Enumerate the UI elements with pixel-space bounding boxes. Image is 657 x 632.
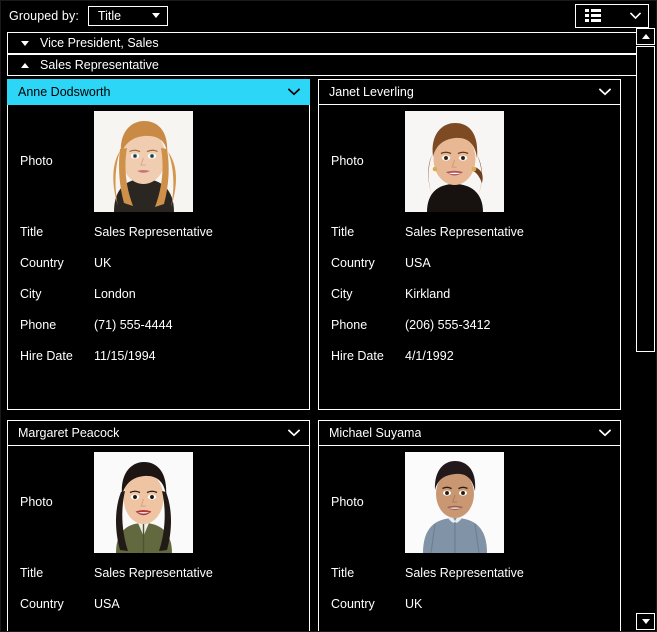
list-view-icon (585, 9, 601, 22)
field-country: Country UK (319, 594, 620, 625)
card-header[interactable]: Michael Suyama (318, 420, 621, 446)
card-body: Photo Title Sales Representative Country… (318, 105, 621, 410)
group-field-dropdown[interactable]: Title (87, 5, 168, 26)
field-value-phone: (206) 555-3412 (405, 318, 491, 332)
card-title: Michael Suyama (329, 426, 422, 440)
field-title: Title Sales Representative (319, 222, 620, 253)
field-photo: Photo (319, 446, 620, 559)
field-value-title: Sales Representative (94, 225, 213, 239)
field-label-country: Country (331, 597, 375, 611)
scrollbar-track[interactable] (636, 45, 655, 613)
field-value-hire-date: 4/1/1992 (405, 349, 454, 363)
field-title: Title Sales Representative (8, 222, 309, 253)
field-label-country: Country (331, 256, 375, 270)
field-value-country: UK (405, 597, 423, 611)
card-title: Margaret Peacock (18, 426, 120, 440)
chevron-down-icon[interactable] (599, 88, 611, 96)
field-label-title: Title (331, 566, 355, 580)
field-city: City Kirkland (319, 284, 620, 315)
field-label-title: Title (331, 225, 355, 239)
scroll-up-button[interactable] (636, 28, 655, 45)
group-header-label: Vice President, Sales (40, 36, 159, 50)
field-label-photo: Photo (331, 495, 364, 509)
scroll-down-arrow-icon (641, 619, 650, 624)
field-label-city: City (20, 287, 42, 301)
field-value-hire-date: 11/15/1994 (94, 349, 156, 363)
view-mode-dropdown[interactable] (575, 3, 649, 28)
field-label-phone: Phone (20, 318, 57, 332)
group-field-value: Title (97, 8, 122, 23)
triangle-down-icon (21, 40, 29, 46)
field-country: Country USA (319, 253, 620, 284)
field-label-title: Title (20, 225, 44, 239)
card-header[interactable]: Anne Dodsworth (7, 79, 310, 105)
employee-card[interactable]: Anne Dodsworth Photo Title Sales Represe… (7, 79, 310, 410)
field-label-photo: Photo (20, 154, 53, 168)
field-label-city: City (331, 287, 353, 301)
card-view-window: Grouped by: Title Vice President, Sales (0, 0, 657, 632)
field-value-phone: (71) 555-4444 (94, 318, 173, 332)
field-label-hire-date: Hire Date (331, 349, 384, 363)
field-label-country: Country (20, 256, 64, 270)
field-value-title: Sales Representative (405, 566, 524, 580)
field-title: Title Sales Representative (8, 563, 309, 594)
card-title: Anne Dodsworth (18, 85, 111, 99)
group-header-row[interactable]: Vice President, Sales (7, 32, 650, 54)
portrait-margaret-peacock (94, 452, 193, 553)
triangle-up-icon (21, 62, 29, 68)
field-photo: Photo (319, 105, 620, 218)
card-header[interactable]: Janet Leverling (318, 79, 621, 105)
cards-viewport: Anne Dodsworth Photo Title Sales Represe… (7, 79, 629, 632)
portrait-anne-dodsworth (94, 111, 193, 212)
employee-card[interactable]: Michael Suyama Photo Title Sales Represe… (318, 420, 621, 632)
field-label-title: Title (20, 566, 44, 580)
portrait-michael-suyama (405, 452, 504, 553)
field-label-photo: Photo (20, 495, 53, 509)
card-body: Photo Title Sales Representative Country… (7, 446, 310, 632)
field-label-hire-date: Hire Date (20, 349, 73, 363)
card-header[interactable]: Margaret Peacock (7, 420, 310, 446)
employee-card[interactable]: Margaret Peacock Photo Title Sales Repre… (7, 420, 310, 632)
group-header-row[interactable]: Sales Representative (7, 54, 650, 76)
scrollbar-thumb[interactable] (636, 46, 655, 352)
field-hire-date: Hire Date 4/1/1992 (319, 346, 620, 377)
field-country: Country UK (8, 253, 309, 284)
chevron-down-solid-icon (151, 13, 160, 18)
field-photo: Photo (8, 446, 309, 559)
field-title: Title Sales Representative (319, 563, 620, 594)
field-hire-date: Hire Date 11/15/1994 (8, 346, 309, 377)
portrait-janet-leverling (405, 111, 504, 212)
field-country: Country USA (8, 594, 309, 625)
scroll-up-arrow-icon (641, 34, 650, 39)
card-body: Photo Title Sales Representative Country… (7, 105, 310, 410)
field-value-country: USA (94, 597, 120, 611)
card-title: Janet Leverling (329, 85, 414, 99)
scroll-down-button[interactable] (636, 613, 655, 630)
field-phone: Phone (71) 555-4444 (8, 315, 309, 346)
employee-card[interactable]: Janet Leverling Photo Title Sales Repres… (318, 79, 621, 410)
field-value-country: USA (405, 256, 431, 270)
chevron-down-icon[interactable] (288, 88, 300, 96)
field-value-city: London (94, 287, 136, 301)
chevron-down-icon[interactable] (599, 429, 611, 437)
chevron-down-icon[interactable] (288, 429, 300, 437)
field-value-city: Kirkland (405, 287, 451, 301)
field-value-country: UK (94, 256, 112, 270)
field-value-title: Sales Representative (94, 566, 213, 580)
field-label-photo: Photo (331, 154, 364, 168)
field-city: City London (8, 284, 309, 315)
chevron-down-icon (630, 11, 641, 19)
field-value-title: Sales Representative (405, 225, 524, 239)
vertical-scrollbar[interactable] (636, 28, 655, 630)
card-body: Photo Title Sales Representative Country… (318, 446, 621, 632)
group-header-label: Sales Representative (40, 58, 159, 72)
field-label-country: Country (20, 597, 64, 611)
grouped-by-label: Grouped by: (9, 8, 79, 23)
field-phone: Phone (206) 555-3412 (319, 315, 620, 346)
field-label-phone: Phone (331, 318, 368, 332)
toolbar: Grouped by: Title (0, 0, 657, 31)
field-photo: Photo (8, 105, 309, 218)
